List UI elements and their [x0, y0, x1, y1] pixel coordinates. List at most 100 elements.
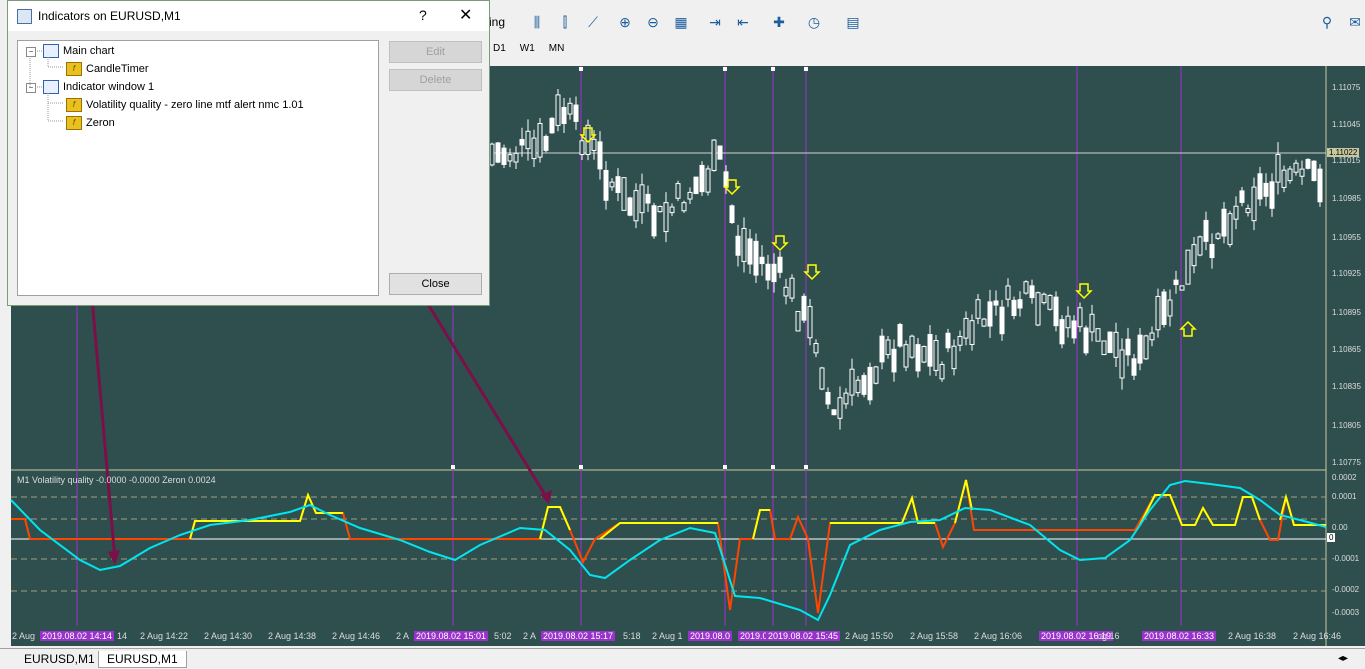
candle-body: [1197, 236, 1203, 256]
candle-body: [1233, 205, 1239, 220]
candle-body: [921, 346, 927, 363]
collapse-indicator-window-icon[interactable]: −: [26, 83, 36, 93]
time-axis-label: 2 Aug 14:46: [332, 631, 381, 641]
time-cursor-label: 2019.08.02 15:45: [766, 631, 841, 641]
candle-body: [525, 130, 531, 150]
candle-body: [1167, 299, 1173, 317]
tabs-scroll-icon[interactable]: ◂▸: [1338, 653, 1348, 664]
candle-body: [999, 306, 1005, 335]
marker-handle: [579, 465, 583, 469]
candle-body: [771, 263, 777, 283]
candle-body: [1041, 293, 1047, 304]
collapse-main-chart-icon[interactable]: −: [26, 47, 36, 57]
marker-handle: [771, 67, 775, 71]
candle-body: [849, 368, 855, 396]
candle-body: [903, 344, 909, 368]
indicator-icon: f: [66, 116, 82, 130]
price-axis-label: 1.10895: [1332, 308, 1361, 317]
candle-body: [1185, 249, 1191, 285]
time-axis-label: 5:02: [494, 631, 512, 641]
candle-body: [753, 240, 759, 276]
candle-body: [1203, 219, 1209, 242]
candle-body: [1209, 243, 1215, 259]
candle-body: [975, 299, 981, 319]
candle-body: [579, 140, 585, 156]
time-axis-label: 2 A: [396, 631, 410, 641]
candle-body: [993, 300, 999, 306]
candle-body: [885, 339, 891, 356]
candle-body: [519, 138, 525, 146]
candle-body: [627, 197, 633, 216]
candle-body: [987, 301, 993, 327]
close-button[interactable]: Close: [389, 273, 482, 295]
candle-body: [1227, 213, 1233, 245]
candle-body: [1035, 292, 1041, 326]
indicator-scale-label: 0.0002: [1332, 473, 1357, 482]
candle-body: [507, 154, 513, 162]
price-axis-label: 1.10925: [1332, 269, 1361, 278]
candle-body: [1215, 233, 1221, 239]
candle-body: [1011, 299, 1017, 316]
indicator-icon: f: [66, 62, 82, 76]
tab-eurusd-2[interactable]: EURUSD,M1: [98, 651, 187, 668]
indicators-dialog: Indicators on EURUSD,M1 ? ✕ − Main chart…: [7, 0, 490, 306]
candle-body: [1155, 295, 1161, 331]
tree-node-label: Volatility quality - zero line mtf alert…: [86, 99, 304, 111]
candle-body: [705, 168, 711, 193]
close-icon[interactable]: ✕: [459, 5, 472, 25]
tree-node-main-chart[interactable]: Main chart: [43, 44, 114, 58]
candle-body: [681, 202, 687, 212]
time-axis-label: 14: [117, 631, 128, 641]
candle-body: [555, 94, 561, 126]
candle-body: [1179, 285, 1185, 291]
candle-body: [1029, 285, 1035, 299]
tree-node-zeron[interactable]: f Zeron: [66, 116, 115, 130]
tree-node-volatility-quality[interactable]: f Volatility quality - zero line mtf ale…: [66, 98, 304, 112]
candle-body: [1293, 162, 1299, 173]
marker-handle: [804, 465, 808, 469]
candle-body: [501, 147, 507, 165]
tab-eurusd-1[interactable]: EURUSD,M1: [16, 651, 103, 667]
candle-body: [789, 277, 795, 299]
candle-body: [933, 340, 939, 371]
candle-body: [909, 335, 915, 358]
candle-body: [915, 344, 921, 372]
candle-body: [1161, 291, 1167, 325]
indicator-icon: f: [66, 98, 82, 112]
tree-node-indicator-window-1[interactable]: Indicator window 1: [43, 80, 154, 94]
candle-body: [651, 205, 657, 237]
candle-body: [831, 409, 837, 416]
edit-button[interactable]: Edit: [389, 41, 482, 63]
marker-handle: [723, 67, 727, 71]
candle-body: [1059, 319, 1065, 345]
candle-body: [645, 193, 651, 204]
dialog-window-icon: [17, 9, 32, 24]
price-axis-label: 1.10985: [1332, 194, 1361, 203]
time-cursor-label: 2019.0: [738, 631, 770, 641]
candle-body: [951, 345, 957, 370]
candle-body: [873, 366, 879, 384]
time-cursor-label: 2019.08.02 15:17: [541, 631, 616, 641]
candle-body: [1047, 294, 1053, 310]
time-axis-label: 2 Aug 15:58: [910, 631, 959, 641]
help-button[interactable]: ?: [419, 7, 427, 23]
candle-body: [819, 367, 825, 390]
candle-body: [561, 106, 567, 125]
annotation-arrowhead-icon: [108, 550, 120, 565]
tree-node-label: Indicator window 1: [63, 81, 155, 93]
delete-button[interactable]: Delete: [389, 69, 482, 91]
price-axis-label: 1.11015: [1332, 156, 1361, 165]
candle-body: [567, 102, 573, 115]
candle-body: [945, 332, 951, 349]
candle-body: [591, 138, 597, 151]
candle-body: [1221, 208, 1227, 237]
candle-body: [657, 205, 663, 213]
tree-node-candletimer[interactable]: f CandleTimer: [66, 62, 149, 76]
candle-body: [735, 235, 741, 256]
candle-body: [663, 202, 669, 233]
buy-arrow-icon: [1179, 320, 1197, 337]
candle-body: [495, 142, 501, 163]
candle-body: [783, 286, 789, 297]
time-axis-label: 2 Aug: [12, 631, 36, 641]
candle-body: [573, 104, 579, 122]
